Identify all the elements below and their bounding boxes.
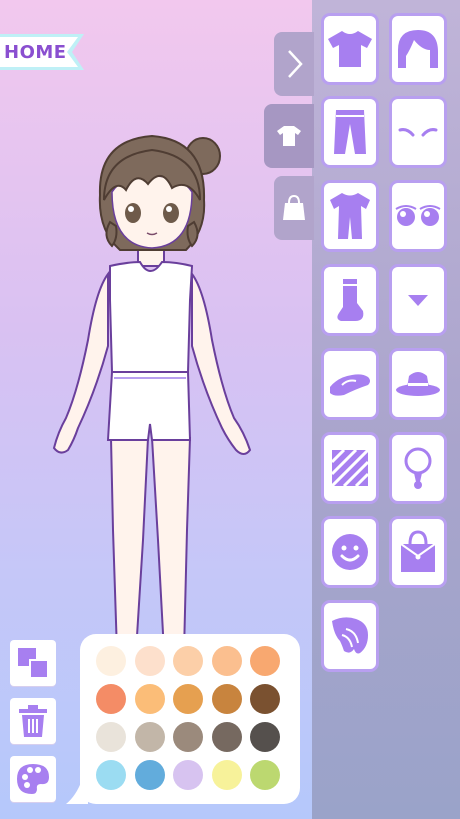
hat-icon	[396, 372, 440, 396]
color-swatch[interactable]	[134, 760, 165, 790]
trash-icon	[19, 705, 47, 737]
category-shoes[interactable]	[321, 348, 379, 420]
color-swatch[interactable]	[96, 646, 126, 676]
category-bottoms[interactable]	[321, 96, 379, 168]
category-eyes[interactable]	[389, 180, 447, 252]
color-swatch[interactable]	[211, 646, 242, 676]
color-palette-button[interactable]	[10, 756, 56, 802]
color-swatch[interactable]	[134, 722, 165, 752]
eyebrows-icon	[398, 128, 438, 137]
necklace-icon	[404, 447, 432, 489]
color-swatch[interactable]	[134, 684, 165, 714]
category-tops[interactable]	[321, 13, 379, 85]
category-hats[interactable]	[389, 348, 447, 420]
category-patterns[interactable]	[321, 432, 379, 504]
layers-icon	[18, 648, 49, 679]
color-swatch[interactable]	[173, 646, 203, 676]
category-hair[interactable]	[389, 13, 447, 85]
category-wings[interactable]	[321, 600, 379, 672]
category-necklaces[interactable]	[389, 432, 447, 504]
home-label: HOME	[4, 42, 67, 63]
home-button[interactable]: HOME	[0, 32, 90, 72]
hair-icon	[398, 30, 438, 68]
chevron-right-icon	[288, 50, 303, 78]
color-swatch[interactable]	[211, 684, 242, 714]
eyes-icon	[395, 205, 441, 226]
layer-order-button[interactable]	[10, 640, 56, 686]
color-swatch[interactable]	[96, 684, 126, 714]
mouth-icon	[408, 295, 428, 306]
game-screen: HOME	[0, 0, 460, 819]
tshirt-icon	[277, 126, 301, 146]
character-figure	[52, 134, 252, 653]
category-faces[interactable]	[321, 516, 379, 588]
category-socks[interactable]	[321, 264, 379, 336]
shopping-bag-icon	[283, 194, 305, 220]
category-mouth[interactable]	[389, 264, 447, 336]
jumpsuit-icon	[330, 193, 370, 239]
tab-shop[interactable]	[274, 176, 314, 240]
category-eyebrows[interactable]	[389, 96, 447, 168]
delete-button[interactable]	[10, 698, 56, 744]
color-swatch[interactable]	[250, 722, 280, 752]
color-swatch[interactable]	[173, 722, 203, 752]
color-swatch[interactable]	[96, 722, 126, 752]
category-onepiece[interactable]	[321, 180, 379, 252]
color-swatch[interactable]	[211, 722, 242, 752]
color-swatch[interactable]	[173, 760, 203, 790]
sock-icon	[337, 279, 364, 321]
face-icon	[332, 534, 368, 570]
color-swatch[interactable]	[250, 760, 280, 790]
color-swatch[interactable]	[134, 646, 165, 676]
color-swatch[interactable]	[96, 760, 126, 790]
shoe-icon	[330, 374, 370, 396]
palette-icon	[17, 764, 49, 794]
tshirt-top-icon	[328, 31, 372, 67]
color-swatch[interactable]	[250, 646, 280, 676]
wing-icon	[332, 617, 368, 654]
handbag-icon	[400, 530, 436, 572]
color-swatch[interactable]	[211, 760, 242, 790]
category-bags[interactable]	[389, 516, 447, 588]
tab-clothing[interactable]	[264, 104, 314, 168]
color-swatch[interactable]	[250, 684, 280, 714]
pattern-icon	[331, 449, 369, 487]
tab-next[interactable]	[274, 32, 314, 96]
palette-pointer	[66, 780, 88, 804]
color-swatch[interactable]	[173, 684, 203, 714]
pants-icon	[334, 110, 366, 154]
